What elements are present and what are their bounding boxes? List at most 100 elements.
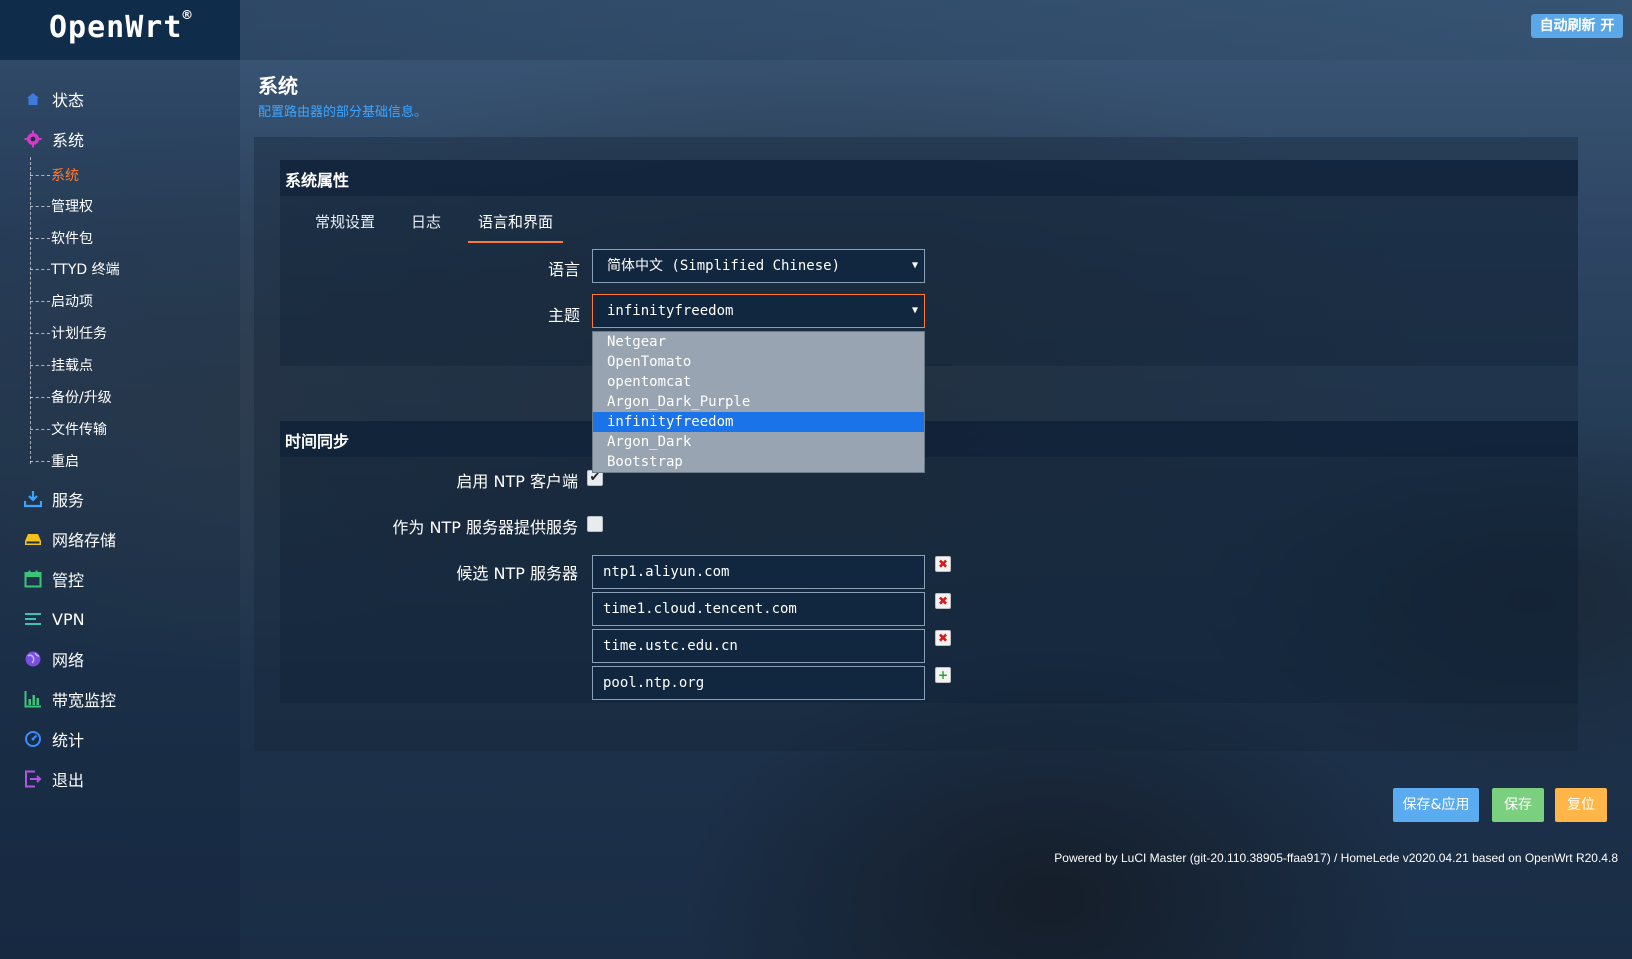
submenu-item-crontab[interactable]: 计划任务	[30, 323, 107, 343]
footer-text: Powered by LuCI Master (git-20.110.38905…	[1054, 851, 1618, 865]
tree-branch	[30, 300, 50, 302]
theme-select[interactable]: infinityfreedom ▼	[592, 294, 925, 328]
ntp-server-input[interactable]: time1.cloud.tencent.com	[592, 592, 925, 626]
sidebar-item-control[interactable]: 管控	[24, 566, 84, 592]
submenu-item-backup[interactable]: 备份/升级	[30, 387, 112, 407]
sidebar-item-statistics[interactable]: 统计	[24, 726, 84, 752]
sidebar-item-services[interactable]: 服务	[24, 486, 84, 512]
remove-entry-icon[interactable]: ✖	[935, 630, 951, 646]
logout-icon	[24, 770, 42, 788]
page-description: 配置路由器的部分基础信息。	[258, 105, 428, 120]
add-entry-icon[interactable]: +	[935, 667, 951, 683]
theme-option[interactable]: OpenTomato	[593, 352, 924, 372]
submenu-label: 启动项	[51, 294, 93, 310]
submenu-label: TTYD 终端	[51, 262, 120, 278]
sidebar-item-label: 状态	[52, 91, 85, 110]
theme-option[interactable]: Argon_Dark_Purple	[593, 392, 924, 412]
submenu-item-ttyd[interactable]: TTYD 终端	[30, 259, 120, 279]
sidebar-item-label: 网络存储	[52, 531, 117, 550]
theme-option[interactable]: Bootstrap	[593, 452, 924, 472]
tree-branch	[30, 396, 50, 398]
remove-entry-icon[interactable]: ✖	[935, 593, 951, 609]
reset-button[interactable]: 复位	[1555, 788, 1607, 822]
dropdown-arrow-icon: ▼	[911, 305, 918, 316]
submenu-item-mounts[interactable]: 挂载点	[30, 355, 93, 375]
theme-select-value: infinityfreedom	[607, 303, 734, 319]
sidebar-item-label: 系统	[52, 131, 85, 150]
lines-icon	[24, 610, 42, 628]
download-tray-icon	[24, 490, 42, 508]
logo-text: OpenWrt	[49, 10, 183, 45]
sidebar-item-bandwidth[interactable]: 带宽监控	[24, 686, 116, 712]
submenu-label: 系统	[51, 168, 79, 184]
sidebar-item-label: 网络	[52, 651, 85, 670]
remove-entry-icon[interactable]: ✖	[935, 556, 951, 572]
sidebar-item-label: VPN	[52, 609, 85, 629]
submenu-label: 管理权	[51, 199, 93, 215]
tree-branch	[30, 268, 50, 270]
tab-language-and-style[interactable]: 语言和界面	[468, 211, 564, 243]
ntp-server-input[interactable]: pool.ntp.org	[592, 666, 925, 700]
sidebar-item-vpn[interactable]: VPN	[24, 606, 85, 632]
time-sync-title: 时间同步	[285, 432, 350, 451]
ntp-server-checkbox[interactable]	[587, 516, 603, 532]
submenu-label: 重启	[51, 454, 79, 470]
tree-branch	[30, 460, 50, 462]
gear-icon	[24, 130, 42, 148]
sidebar-item-logout[interactable]: 退出	[24, 766, 84, 792]
language-select-value: 简体中文 (Simplified Chinese)	[607, 258, 841, 274]
home-icon	[24, 90, 42, 108]
ntp-server-input[interactable]: ntp1.aliyun.com	[592, 555, 925, 589]
tab-general-settings[interactable]: 常规设置	[315, 211, 375, 243]
submenu-item-startup[interactable]: 启动项	[30, 291, 93, 311]
tree-branch	[30, 332, 50, 334]
logo-registered-mark: ®	[182, 6, 193, 24]
sidebar-item-status[interactable]: 状态	[24, 86, 84, 112]
top-bar: OpenWrt® 自动刷新 开	[0, 0, 1632, 60]
submenu-label: 挂载点	[51, 358, 93, 374]
tree-branch	[30, 237, 50, 239]
sidebar-item-system[interactable]: 系统	[24, 126, 84, 152]
sidebar-item-nas[interactable]: 网络存储	[24, 526, 116, 552]
sidebar-item-network[interactable]: 网络	[24, 646, 84, 672]
system-properties-title: 系统属性	[285, 171, 350, 190]
theme-option-selected[interactable]: infinityfreedom	[593, 412, 924, 432]
storage-icon	[24, 530, 42, 548]
system-properties-header	[280, 160, 1578, 196]
submenu-label: 计划任务	[51, 326, 107, 342]
gauge-icon	[24, 730, 42, 748]
language-select[interactable]: 简体中文 (Simplified Chinese) ▼	[592, 249, 925, 283]
time-sync-header	[280, 421, 1578, 457]
logo[interactable]: OpenWrt®	[49, 6, 192, 45]
sidebar-item-label: 带宽监控	[52, 691, 117, 710]
dropdown-arrow-icon: ▼	[911, 260, 918, 271]
page-title: 系统	[258, 74, 298, 98]
save-button[interactable]: 保存	[1492, 788, 1544, 822]
language-label: 语言	[547, 260, 580, 279]
tree-branch	[30, 205, 50, 207]
theme-option[interactable]: opentomcat	[593, 372, 924, 392]
ntp-server-input[interactable]: time.ustc.edu.cn	[592, 629, 925, 663]
save-apply-button[interactable]: 保存&应用	[1393, 788, 1479, 822]
submenu-item-admin[interactable]: 管理权	[30, 196, 93, 216]
submenu-item-system[interactable]: 系统	[30, 165, 79, 185]
calendar-icon	[24, 570, 42, 588]
sidebar-item-label: 统计	[52, 731, 85, 750]
theme-label: 主题	[547, 306, 580, 325]
submenu-item-file-transfer[interactable]: 文件传输	[30, 419, 107, 439]
submenu-label: 备份/升级	[51, 390, 112, 406]
tree-branch	[30, 364, 50, 366]
tab-logging[interactable]: 日志	[411, 211, 441, 243]
candidate-ntp-servers-label: 候选 NTP 服务器	[456, 564, 578, 583]
sidebar-item-label: 管控	[52, 571, 85, 590]
theme-option[interactable]: Netgear	[593, 332, 924, 352]
submenu-item-reboot[interactable]: 重启	[30, 451, 79, 471]
sidebar-item-label: 服务	[52, 491, 85, 510]
theme-option[interactable]: Argon_Dark	[593, 432, 924, 452]
theme-dropdown-list: Netgear OpenTomato opentomcat Argon_Dark…	[592, 331, 925, 473]
submenu-item-packages[interactable]: 软件包	[30, 228, 93, 248]
logo-container: OpenWrt®	[0, 0, 240, 60]
auto-refresh-toggle[interactable]: 自动刷新 开	[1531, 14, 1623, 38]
globe-icon	[24, 650, 42, 668]
enable-ntp-client-label: 启用 NTP 客户端	[456, 472, 578, 491]
